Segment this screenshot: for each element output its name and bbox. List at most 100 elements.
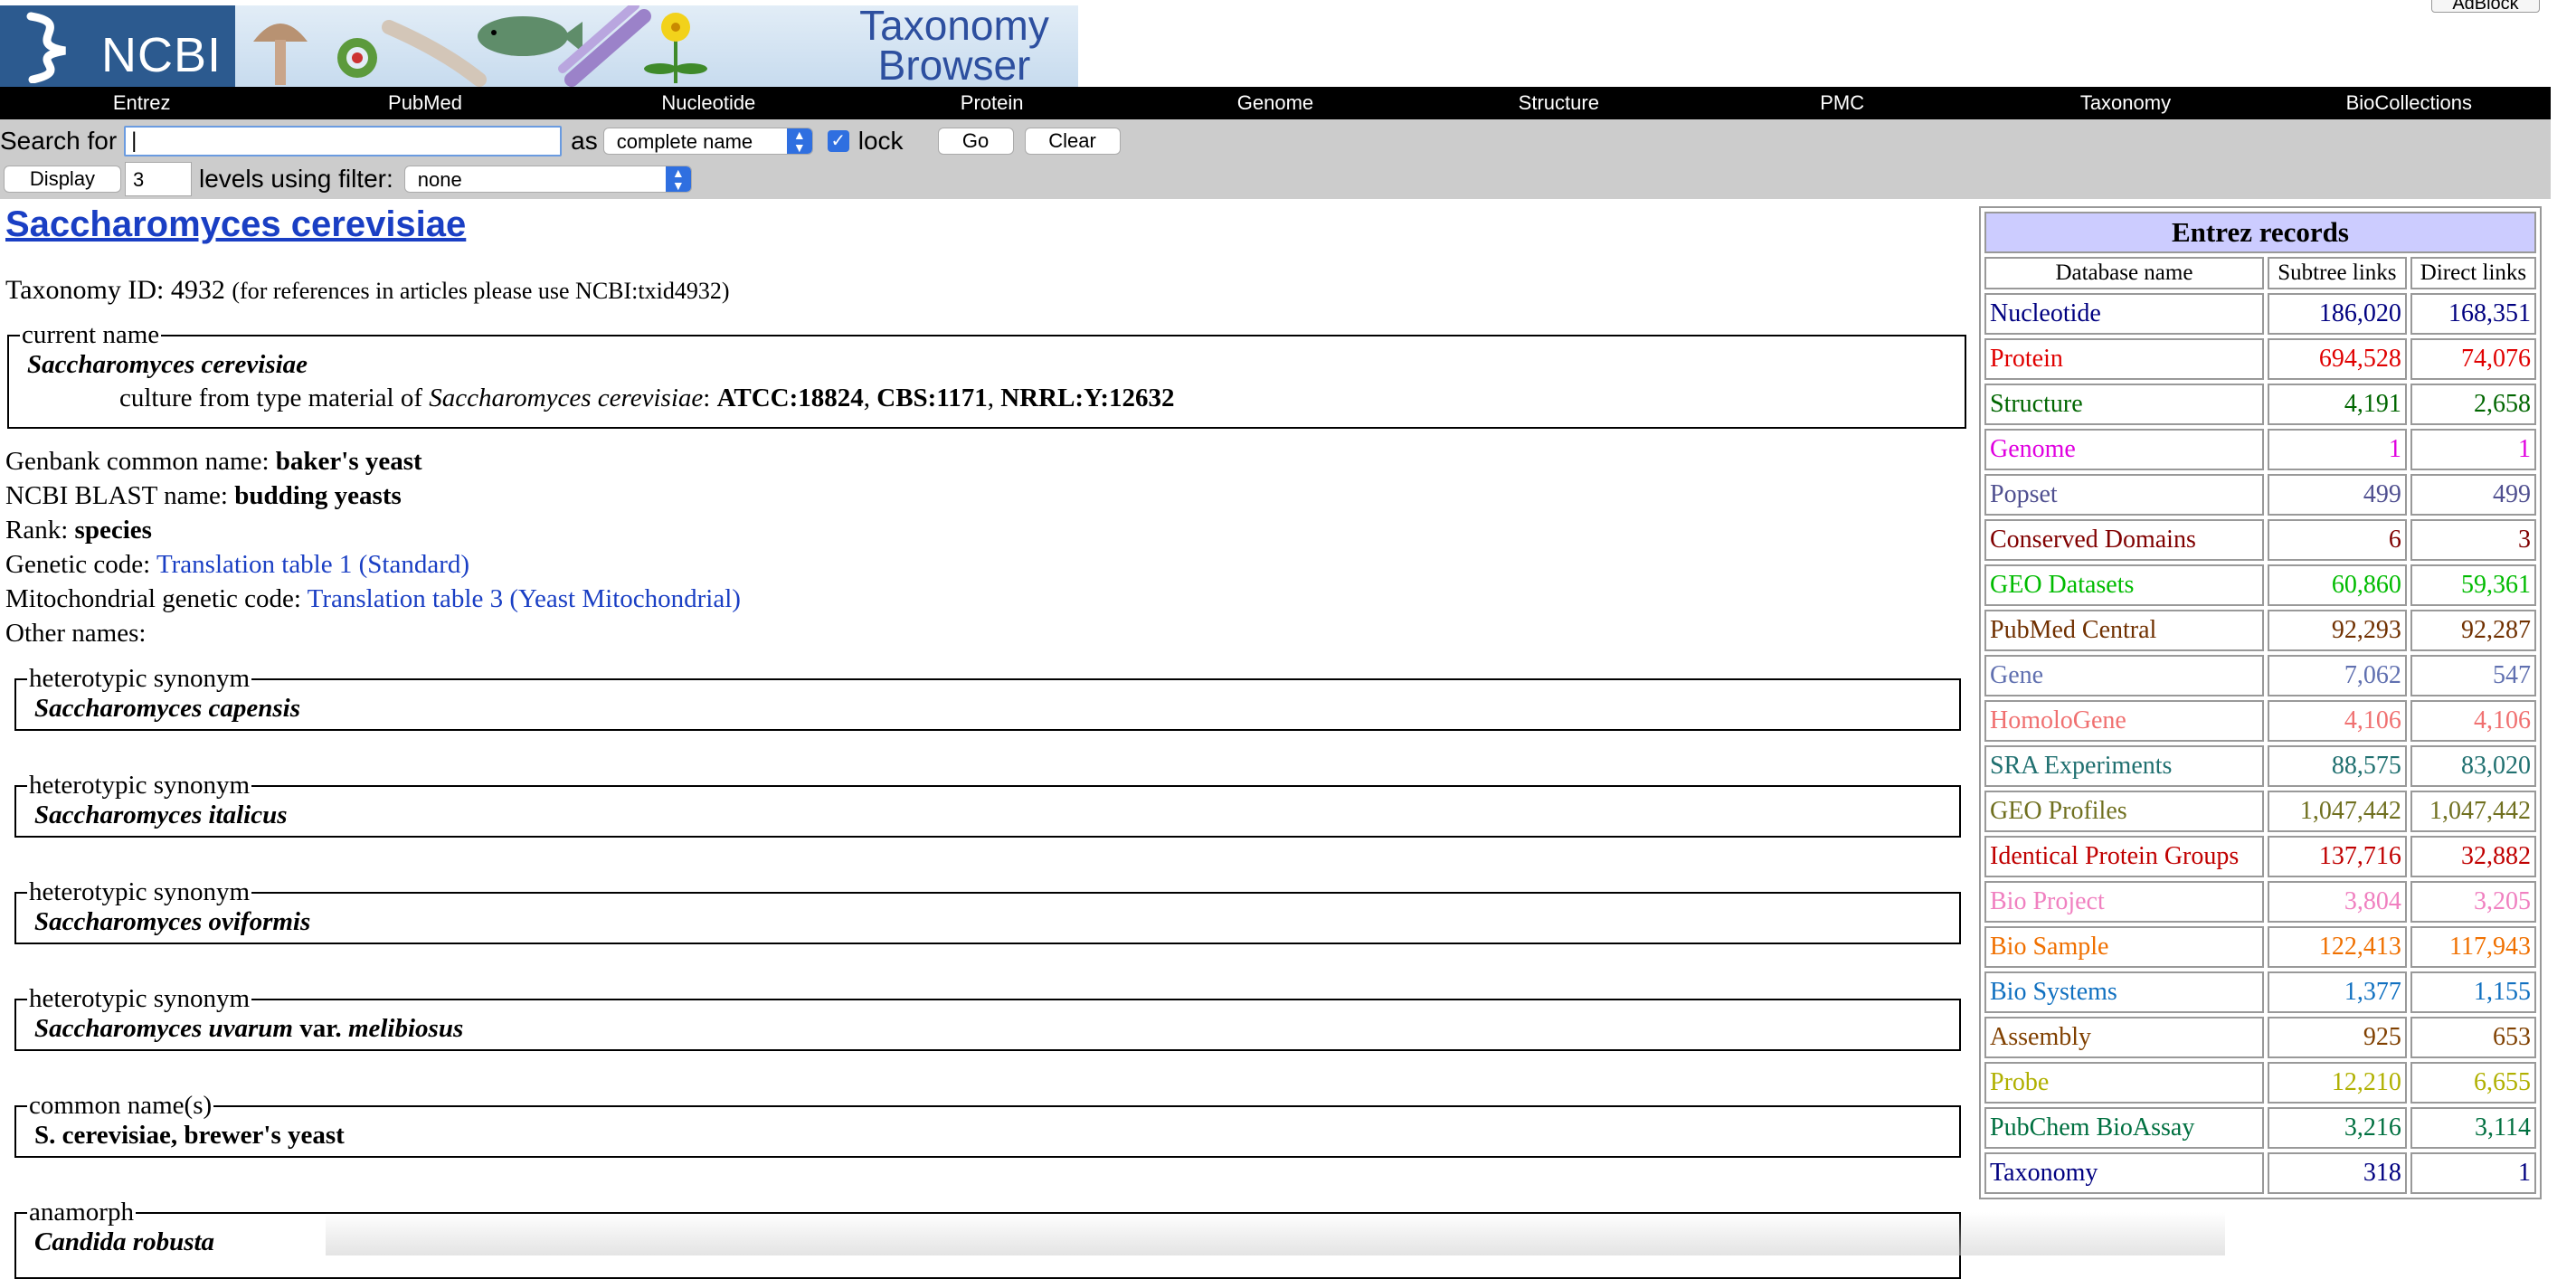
nav-protein[interactable]: Protein <box>850 87 1133 119</box>
record-subtree-link[interactable]: 137,716 <box>2319 842 2401 870</box>
record-direct-link[interactable]: 547 <box>2493 661 2531 689</box>
levels-filter-label: levels using filter: <box>199 165 393 193</box>
record-direct-cell: 168,351 <box>2410 293 2536 335</box>
record-db-name: HomoloGene <box>1984 700 2264 742</box>
page-header: NCBI Taxonomy Browser AdBlock <box>0 0 2576 87</box>
genetic-code-link[interactable]: Translation table 1 (Standard) <box>156 550 469 579</box>
record-direct-link[interactable]: 92,287 <box>2461 616 2531 644</box>
levels-input[interactable]: 3 <box>125 162 192 196</box>
record-subtree-link[interactable]: 3,216 <box>2344 1113 2401 1142</box>
record-direct-link[interactable]: 3,114 <box>2475 1113 2531 1142</box>
nav-structure[interactable]: Structure <box>1417 87 1700 119</box>
record-subtree-link[interactable]: 186,020 <box>2319 299 2401 327</box>
other-name: Saccharomyces italicus <box>34 801 288 829</box>
record-subtree-link[interactable]: 12,210 <box>2332 1068 2401 1096</box>
record-subtree-link[interactable]: 4,106 <box>2344 706 2401 734</box>
display-row: Display 3 levels using filter: none ▲ ▼ <box>0 161 692 197</box>
record-row: Conserved Domains 6 3 <box>1984 519 2536 561</box>
display-button[interactable]: Display <box>4 166 121 193</box>
record-direct-cell: 1 <box>2410 429 2536 470</box>
clear-button[interactable]: Clear <box>1024 128 1121 155</box>
record-subtree-link[interactable]: 1 <box>2389 435 2401 463</box>
nav-pmc[interactable]: PMC <box>1700 87 1984 119</box>
record-subtree-link[interactable]: 3,804 <box>2344 887 2401 915</box>
nav-pubmed[interactable]: PubMed <box>283 87 566 119</box>
genbank-common-name: Genbank common name: baker's yeast <box>5 447 422 477</box>
record-direct-cell: 4,106 <box>2410 700 2536 742</box>
record-subtree-link[interactable]: 7,062 <box>2344 661 2401 689</box>
record-direct-link[interactable]: 32,882 <box>2461 842 2531 870</box>
other-name-box: heterotypic synonym Saccharomyces italic… <box>14 771 1961 838</box>
record-direct-link[interactable]: 6,655 <box>2474 1068 2531 1096</box>
record-direct-cell: 1,155 <box>2410 971 2536 1013</box>
record-direct-link[interactable]: 3 <box>2518 526 2531 554</box>
record-subtree-link[interactable]: 6 <box>2389 526 2401 554</box>
record-direct-link[interactable]: 1 <box>2518 1159 2531 1187</box>
record-direct-link[interactable]: 653 <box>2493 1023 2531 1051</box>
record-subtree-link[interactable]: 1,047,442 <box>2300 797 2401 825</box>
record-subtree-link[interactable]: 122,413 <box>2319 933 2401 961</box>
lock-checkbox[interactable]: ✓ <box>827 130 849 152</box>
blast-name: NCBI BLAST name: budding yeasts <box>5 481 402 511</box>
taxonomy-id: Taxonomy ID: 4932 (for references in art… <box>5 275 730 306</box>
record-subtree-link[interactable]: 694,528 <box>2319 345 2401 373</box>
organisms-banner-illustration <box>253 5 707 87</box>
nav-genome[interactable]: Genome <box>1133 87 1416 119</box>
record-subtree-cell: 122,413 <box>2267 926 2407 968</box>
record-direct-link[interactable]: 168,351 <box>2448 299 2531 327</box>
record-direct-link[interactable]: 59,361 <box>2461 571 2531 599</box>
adblock-button[interactable]: AdBlock <box>2431 0 2540 13</box>
record-direct-link[interactable]: 1 <box>2518 435 2531 463</box>
record-direct-cell: 6,655 <box>2410 1062 2536 1104</box>
record-db-name: Bio Systems <box>1984 971 2264 1013</box>
record-direct-link[interactable]: 83,020 <box>2461 752 2531 780</box>
type-material-strain: NRRL:Y:12632 <box>1000 384 1175 412</box>
go-button[interactable]: Go <box>937 128 1014 155</box>
ncbi-logo[interactable]: NCBI <box>0 5 235 87</box>
col-database-name: Database name <box>1984 257 2264 289</box>
common-name: brewer's yeast <box>184 1121 345 1150</box>
record-direct-link[interactable]: 1,047,442 <box>2429 797 2531 825</box>
record-subtree-cell: 694,528 <box>2267 338 2407 380</box>
record-direct-link[interactable]: 499 <box>2493 480 2531 508</box>
nav-nucleotide[interactable]: Nucleotide <box>567 87 850 119</box>
mito-code-link[interactable]: Translation table 3 (Yeast Mitochondrial… <box>308 584 741 613</box>
record-direct-link[interactable]: 1,155 <box>2474 978 2531 1006</box>
record-row: Genome 1 1 <box>1984 429 2536 470</box>
record-db-name: Bio Sample <box>1984 926 2264 968</box>
search-panel: Search for as complete name ▲▼ ✓ lock Go… <box>0 119 2551 199</box>
nav-taxonomy[interactable]: Taxonomy <box>1984 87 2267 119</box>
record-subtree-cell: 92,293 <box>2267 610 2407 651</box>
record-subtree-link[interactable]: 925 <box>2363 1023 2401 1051</box>
type-material-line: culture from type material of Saccharomy… <box>119 384 1946 413</box>
nav-entrez[interactable]: Entrez <box>0 87 283 119</box>
record-subtree-link[interactable]: 499 <box>2363 480 2401 508</box>
filter-select[interactable]: none ▲ ▼ <box>403 166 692 193</box>
record-row: Probe 12,210 6,655 <box>1984 1062 2536 1104</box>
record-direct-link[interactable]: 4,106 <box>2474 706 2531 734</box>
other-name: Saccharomyces uvarum var. melibiosus <box>34 1014 1941 1044</box>
name-type-select[interactable]: complete name ▲ ▼ <box>602 128 813 155</box>
rank-value: species <box>74 516 152 545</box>
taxon-name-link[interactable]: Saccharomyces cerevisiae <box>5 204 466 245</box>
search-input[interactable] <box>124 126 563 156</box>
record-subtree-link[interactable]: 60,860 <box>2332 571 2401 599</box>
other-name-box: heterotypic synonym Saccharomyces uvarum… <box>14 984 1961 1051</box>
record-direct-cell: 74,076 <box>2410 338 2536 380</box>
record-subtree-link[interactable]: 1,377 <box>2344 978 2401 1006</box>
record-subtree-link[interactable]: 4,191 <box>2344 390 2401 418</box>
entrez-records-title: Entrez records <box>1984 212 2536 253</box>
record-subtree-link[interactable]: 88,575 <box>2332 752 2401 780</box>
nav-biocollections[interactable]: BioCollections <box>2268 87 2551 119</box>
common-name: S. cerevisiae <box>34 1121 171 1150</box>
mito-code-label: Mitochondrial genetic code: <box>5 584 308 613</box>
record-direct-link[interactable]: 74,076 <box>2461 345 2531 373</box>
record-direct-link[interactable]: 3,205 <box>2474 887 2531 915</box>
record-direct-link[interactable]: 117,943 <box>2449 933 2531 961</box>
record-subtree-link[interactable]: 92,293 <box>2332 616 2401 644</box>
record-row: Gene 7,062 547 <box>1984 655 2536 696</box>
record-subtree-link[interactable]: 318 <box>2363 1159 2401 1187</box>
other-name-var-marker: var. <box>299 1014 342 1043</box>
record-direct-link[interactable]: 2,658 <box>2474 390 2531 418</box>
record-subtree-cell: 186,020 <box>2267 293 2407 335</box>
